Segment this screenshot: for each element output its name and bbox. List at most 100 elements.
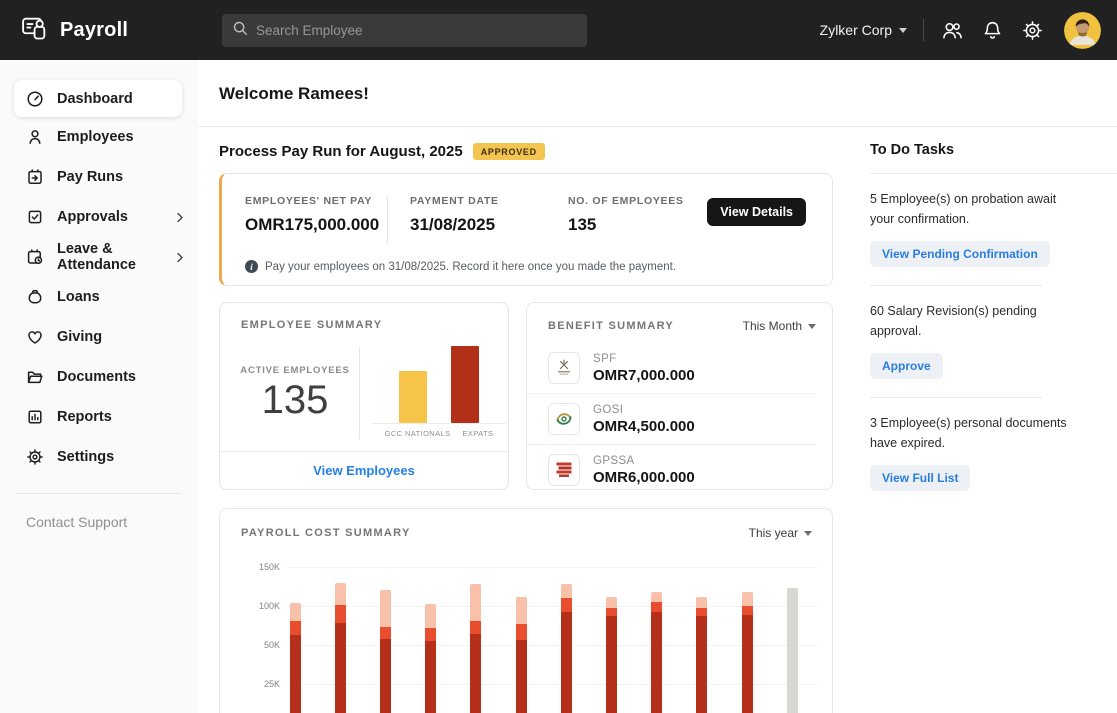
todo-title: To Do Tasks bbox=[870, 142, 1095, 158]
benefit-row-gosi: GOSI OMR4,500.000 bbox=[527, 393, 816, 444]
reports-icon bbox=[26, 408, 44, 426]
sidebar-item-label: Leave & Attendance bbox=[57, 241, 163, 273]
giving-heart-icon bbox=[26, 328, 44, 346]
org-switcher[interactable]: Zylker Corp bbox=[820, 22, 907, 38]
cost-bar-segment bbox=[561, 584, 572, 598]
gridline bbox=[286, 606, 818, 607]
view-employees-link[interactable]: View Employees bbox=[313, 463, 415, 478]
chevron-right-icon bbox=[176, 212, 184, 223]
payrun-note: Pay your employees on 31/08/2025. Record… bbox=[265, 261, 676, 273]
view-full-list-button[interactable]: View Full List bbox=[870, 465, 970, 491]
employee-summary-card: EMPLOYEE SUMMARY ACTIVE EMPLOYEES 135 GC… bbox=[219, 302, 509, 490]
cost-bar-segment bbox=[425, 628, 436, 641]
app-name: Payroll bbox=[60, 19, 128, 42]
cost-bar-segment bbox=[290, 603, 301, 621]
payroll-logo-icon bbox=[20, 14, 50, 47]
stat-payment-date: PAYMENT DATE 31/08/2025 bbox=[410, 195, 568, 243]
gosi-logo bbox=[548, 403, 580, 435]
users-icon[interactable] bbox=[940, 18, 964, 42]
cost-bar-segment bbox=[516, 640, 527, 713]
payroll-cost-card: PAYROLL COST SUMMARY This year 150K 100K… bbox=[219, 508, 833, 713]
approve-button[interactable]: Approve bbox=[870, 353, 943, 379]
benefit-name: GPSSA bbox=[593, 455, 695, 467]
cost-bar-segment bbox=[651, 602, 662, 612]
payrun-card: EMPLOYEES' NET PAY OMR175,000.000 PAYMEN… bbox=[219, 173, 833, 286]
status-badge: APPROVED bbox=[473, 143, 545, 160]
y-axis-tick: 50K bbox=[236, 640, 280, 650]
sidebar-item-dashboard[interactable]: Dashboard bbox=[14, 80, 182, 117]
cost-bar-segment bbox=[561, 612, 572, 713]
cost-bar-segment bbox=[742, 606, 753, 615]
search-input[interactable] bbox=[256, 23, 577, 38]
gridline bbox=[286, 567, 818, 568]
sidebar: Dashboard Employees Pay Runs bbox=[0, 60, 198, 713]
leave-attendance-icon bbox=[26, 248, 44, 266]
cost-bar-segment bbox=[335, 605, 346, 623]
cost-bar-segment bbox=[696, 616, 707, 713]
cost-bar-segment bbox=[335, 583, 346, 606]
cost-bar-segment bbox=[425, 641, 436, 713]
sidebar-item-documents[interactable]: Documents bbox=[0, 357, 198, 397]
benefit-row-gpssa: GPSSA OMR6,000.000 bbox=[527, 444, 816, 495]
sidebar-item-loans[interactable]: Loans bbox=[0, 277, 198, 317]
gpssa-logo bbox=[548, 454, 580, 486]
view-pending-confirmation-button[interactable]: View Pending Confirmation bbox=[870, 241, 1050, 267]
y-axis-tick: 100K bbox=[236, 601, 280, 611]
contact-support-link[interactable]: Contact Support bbox=[0, 494, 198, 530]
sidebar-item-settings[interactable]: Settings bbox=[0, 437, 198, 477]
stat-employee-count: NO. OF EMPLOYEES 135 bbox=[568, 195, 718, 243]
sidebar-item-label: Giving bbox=[57, 329, 102, 345]
payroll-dashboard: Payroll Zylker Corp bbox=[0, 0, 1117, 713]
cost-bar-segment bbox=[335, 623, 346, 713]
welcome-heading: Welcome Ramees! bbox=[198, 60, 1117, 104]
gridline bbox=[286, 684, 818, 685]
app-logo[interactable]: Payroll bbox=[0, 14, 200, 47]
info-icon: i bbox=[245, 260, 258, 273]
gcc-nationals-label: GCC NATIONALS bbox=[385, 429, 451, 438]
y-axis-tick: 150K bbox=[236, 562, 280, 572]
stat-net-pay: EMPLOYEES' NET PAY OMR175,000.000 bbox=[245, 195, 387, 243]
sidebar-item-pay-runs[interactable]: Pay Runs bbox=[0, 157, 198, 197]
expats-label: EXPATS bbox=[463, 429, 494, 438]
sidebar-item-label: Approvals bbox=[57, 209, 128, 225]
settings-gear-icon[interactable] bbox=[1020, 18, 1044, 42]
benefit-amount: OMR7,000.000 bbox=[593, 367, 695, 384]
notifications-bell-icon[interactable] bbox=[980, 18, 1004, 42]
todo-panel: To Do Tasks 5 Employee(s) on probation a… bbox=[870, 126, 1095, 491]
sidebar-item-label: Documents bbox=[57, 369, 136, 385]
sidebar-item-approvals[interactable]: Approvals bbox=[0, 197, 198, 237]
approvals-icon bbox=[26, 208, 44, 226]
sidebar-item-reports[interactable]: Reports bbox=[0, 397, 198, 437]
user-avatar[interactable] bbox=[1064, 12, 1101, 49]
sidebar-item-label: Pay Runs bbox=[57, 169, 123, 185]
employee-mini-chart bbox=[378, 345, 500, 423]
sidebar-item-leave-attendance[interactable]: Leave & Attendance bbox=[0, 237, 198, 277]
cost-bar-segment bbox=[651, 592, 662, 602]
loans-icon bbox=[26, 288, 44, 306]
task-divider bbox=[870, 397, 1042, 398]
search-icon bbox=[232, 20, 248, 41]
cost-bar-segment bbox=[606, 616, 617, 713]
cost-bar-segment bbox=[470, 584, 481, 621]
stat-divider bbox=[387, 197, 388, 243]
task-text: 60 Salary Revision(s) pending approval. bbox=[870, 301, 1070, 341]
sidebar-item-employees[interactable]: Employees bbox=[0, 117, 198, 157]
sidebar-item-label: Settings bbox=[57, 449, 114, 465]
active-employees-count: 135 bbox=[230, 378, 360, 423]
cost-bar-placeholder bbox=[787, 588, 798, 713]
cost-bar-segment bbox=[470, 634, 481, 713]
view-details-button[interactable]: View Details bbox=[707, 198, 806, 226]
cost-bar-segment bbox=[380, 639, 391, 713]
cost-bar-segment bbox=[606, 608, 617, 617]
sidebar-item-label: Loans bbox=[57, 289, 100, 305]
cost-bar-segment bbox=[380, 627, 391, 639]
benefit-row-spf: SPF OMR7,000.000 bbox=[527, 343, 816, 393]
cost-bar-segment bbox=[290, 621, 301, 635]
benefit-period-dropdown[interactable]: This Month bbox=[743, 319, 816, 333]
cost-bar-segment bbox=[742, 615, 753, 713]
benefit-amount: OMR6,000.000 bbox=[593, 469, 695, 486]
settings-gear-icon bbox=[26, 448, 44, 466]
employee-search[interactable] bbox=[222, 14, 587, 47]
sidebar-item-giving[interactable]: Giving bbox=[0, 317, 198, 357]
task-divider bbox=[870, 285, 1042, 286]
